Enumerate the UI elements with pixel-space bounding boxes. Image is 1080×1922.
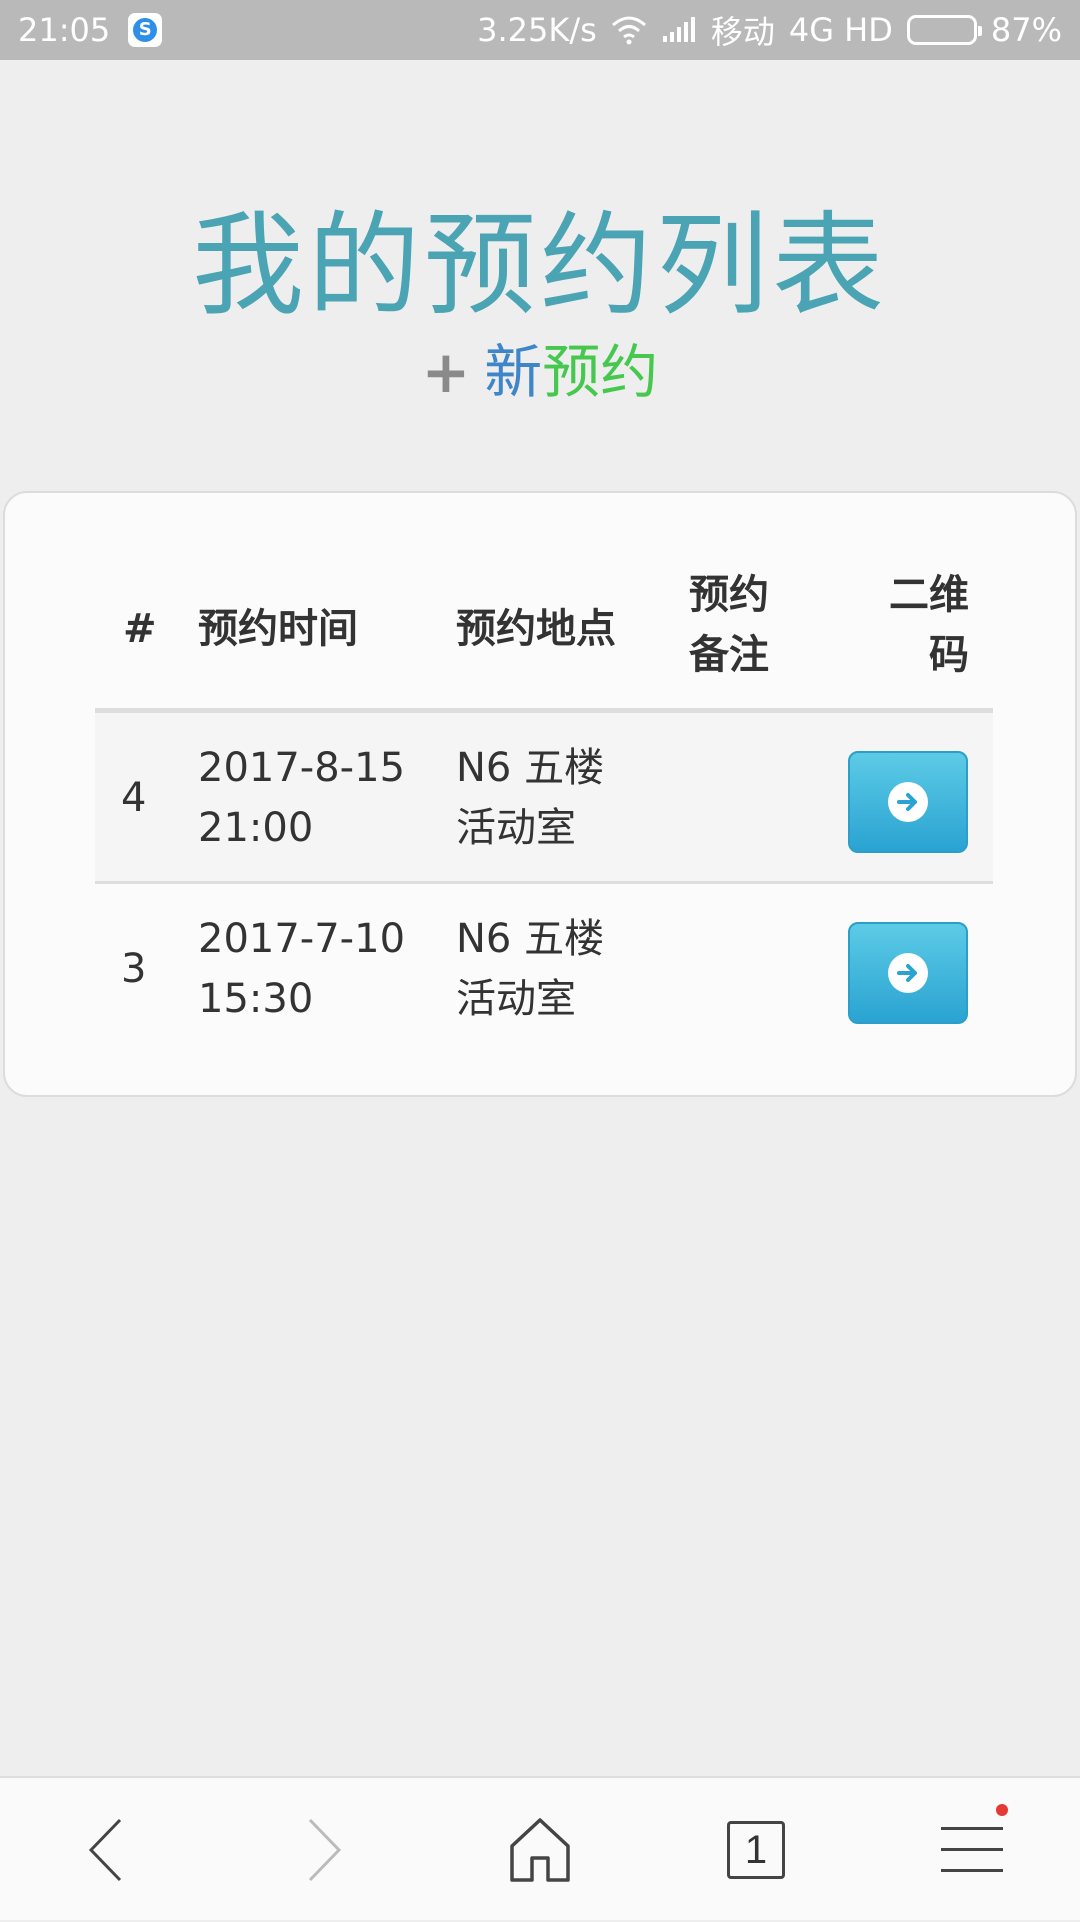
back-button[interactable]: [36, 1778, 176, 1922]
home-icon: [510, 1818, 570, 1882]
table-row: 4 2017-8-15 21:00 N6 五楼 活动室: [95, 713, 993, 884]
status-carrier: 移动: [710, 13, 775, 51]
header-note-line1: 预约: [689, 572, 769, 618]
row-date: 2017-8-15: [198, 745, 406, 791]
booking-list-card: # 预约时间 预约地点 预约 备注 二维 码 4 2017-8-15 21:00…: [3, 491, 1077, 1097]
status-battery-percent: 87%: [990, 11, 1062, 49]
header-qr-line1: 二维: [889, 572, 969, 618]
tabs-button[interactable]: 1: [686, 1778, 826, 1922]
header-time: 预约时间: [198, 606, 358, 652]
page-title: 我的预约列表: [192, 201, 888, 331]
forward-button[interactable]: [254, 1778, 394, 1922]
table-row: 3 2017-7-10 15:30 N6 五楼 活动室: [95, 884, 993, 1055]
signal-icon: [662, 17, 695, 42]
qr-code-button[interactable]: [848, 922, 968, 1024]
browser-app-icon: S: [128, 13, 163, 47]
qr-code-button[interactable]: [848, 751, 968, 853]
table-header: # 预约时间 预约地点 预约 备注 二维 码: [95, 547, 993, 713]
status-bar: 21:05 S 3.25K/s 移动 4G HD 87%: [0, 0, 1080, 60]
booking-table: # 预约时间 预约地点 预约 备注 二维 码 4 2017-8-15 21:00…: [95, 547, 993, 1055]
row-place: N6 五楼 活动室: [456, 909, 604, 1029]
row-num: 4: [121, 775, 147, 821]
status-network: 4G HD: [788, 11, 893, 49]
row-place: N6 五楼 活动室: [456, 738, 604, 858]
forward-icon: [308, 1818, 342, 1882]
status-net-speed: 3.25K/s: [477, 11, 597, 49]
battery-icon: [906, 15, 982, 45]
row-time: 2017-8-15 21:00: [198, 738, 405, 858]
tabs-icon: 1: [727, 1821, 785, 1879]
menu-icon: [941, 1827, 1003, 1872]
home-button[interactable]: [470, 1778, 610, 1922]
status-time: 21:05: [18, 11, 111, 49]
menu-button[interactable]: [902, 1778, 1042, 1922]
arrow-right-circle-icon: [888, 782, 928, 822]
header-num: #: [123, 606, 157, 652]
plus-icon: +: [421, 338, 471, 406]
wifi-icon: [611, 16, 646, 45]
row-date: 2017-7-10: [198, 916, 406, 962]
header-note: 预约 备注: [689, 565, 809, 685]
row-place-line2: 活动室: [456, 976, 576, 1022]
row-clock: 15:30: [198, 976, 314, 1022]
row-num: 3: [121, 946, 147, 992]
browser-bottom-nav: 1: [0, 1776, 1080, 1920]
row-clock: 21:00: [198, 805, 314, 851]
new-booking-link[interactable]: + 新预约: [0, 325, 1080, 409]
row-time: 2017-7-10 15:30: [198, 909, 405, 1029]
new-booking-word-new: 新: [484, 338, 543, 406]
arrow-right-circle-icon: [888, 953, 928, 993]
new-booking-word-booking: 预约: [542, 338, 659, 406]
back-icon: [88, 1818, 122, 1882]
header-note-line2: 备注: [689, 632, 769, 678]
header-qr-line2: 码: [929, 632, 969, 678]
header-qr: 二维 码: [839, 565, 969, 685]
notification-dot: [996, 1804, 1008, 1816]
row-place-line2: 活动室: [456, 805, 576, 851]
row-place-line1: N6 五楼: [456, 916, 605, 962]
header-place: 预约地点: [456, 606, 616, 652]
row-place-line1: N6 五楼: [456, 745, 605, 791]
